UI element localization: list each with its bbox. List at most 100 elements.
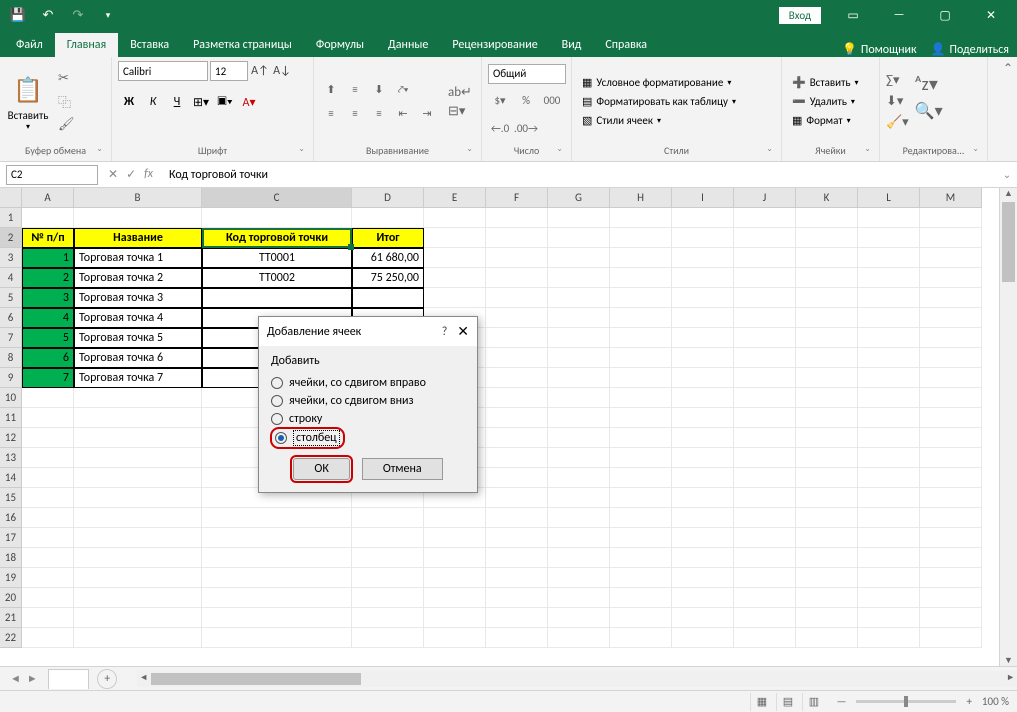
cell[interactable] xyxy=(548,628,610,648)
cell[interactable] xyxy=(486,488,548,508)
cell[interactable] xyxy=(548,348,610,368)
cell[interactable] xyxy=(796,288,858,308)
cell[interactable] xyxy=(796,448,858,468)
cell[interactable] xyxy=(22,388,74,408)
cell[interactable] xyxy=(672,248,734,268)
cell[interactable] xyxy=(858,248,920,268)
cell[interactable] xyxy=(672,468,734,488)
cell[interactable] xyxy=(796,428,858,448)
cell[interactable] xyxy=(610,468,672,488)
cell[interactable] xyxy=(424,528,486,548)
row-header[interactable]: 18 xyxy=(0,548,22,568)
tab-данные[interactable]: Данные xyxy=(376,33,440,57)
cell[interactable] xyxy=(610,548,672,568)
sort-filter-icon[interactable]: ᴬᴢ▾ xyxy=(915,73,943,95)
row-header[interactable]: 11 xyxy=(0,408,22,428)
cell[interactable]: 2 xyxy=(22,268,74,288)
scroll-down-icon[interactable]: ▼ xyxy=(1000,655,1017,666)
cell[interactable] xyxy=(352,288,424,308)
cell[interactable] xyxy=(610,348,672,368)
cell[interactable] xyxy=(202,208,352,228)
cell[interactable] xyxy=(486,628,548,648)
cell[interactable] xyxy=(920,488,982,508)
fill-color-icon[interactable]: 🞕▾ xyxy=(214,91,236,113)
row-header[interactable]: 3 xyxy=(0,248,22,268)
column-header[interactable]: B xyxy=(74,188,202,208)
delete-cells-button[interactable]: ➖Удалить▾ xyxy=(788,93,863,110)
cell[interactable] xyxy=(352,508,424,528)
comma-icon[interactable]: 000 xyxy=(540,90,564,112)
cell[interactable] xyxy=(920,568,982,588)
cell[interactable]: Торговая точка 5 xyxy=(74,328,202,348)
align-bottom-icon[interactable]: ⬇ xyxy=(368,79,390,101)
cell[interactable] xyxy=(22,608,74,628)
cell[interactable] xyxy=(796,608,858,628)
zoom-out-icon[interactable]: — xyxy=(836,695,846,708)
number-format-select[interactable] xyxy=(488,64,566,84)
horizontal-scrollbar[interactable]: ◄ ► xyxy=(137,671,1017,687)
cell[interactable]: Торговая точка 3 xyxy=(74,288,202,308)
cell[interactable] xyxy=(352,608,424,628)
radio-option[interactable]: строку xyxy=(271,410,465,428)
cell[interactable] xyxy=(734,508,796,528)
align-left-icon[interactable]: ≡ xyxy=(320,103,342,125)
cell[interactable] xyxy=(610,368,672,388)
cell[interactable] xyxy=(22,208,74,228)
cell[interactable] xyxy=(202,628,352,648)
cancel-button[interactable]: Отмена xyxy=(362,458,443,480)
cut-icon[interactable]: ✂ xyxy=(58,71,75,86)
cell[interactable] xyxy=(920,628,982,648)
fx-icon[interactable]: fx xyxy=(144,167,153,182)
scroll-up-icon[interactable]: ▲ xyxy=(1000,188,1017,199)
cell[interactable] xyxy=(202,528,352,548)
cell[interactable] xyxy=(858,348,920,368)
indent-increase-icon[interactable]: ⇥ xyxy=(416,103,438,125)
cell[interactable] xyxy=(548,388,610,408)
cell[interactable] xyxy=(548,208,610,228)
cell[interactable] xyxy=(610,228,672,248)
cell[interactable] xyxy=(610,288,672,308)
cell[interactable] xyxy=(796,528,858,548)
row-header[interactable]: 7 xyxy=(0,328,22,348)
add-sheet-button[interactable]: + xyxy=(97,669,117,689)
cell[interactable] xyxy=(672,488,734,508)
cell[interactable] xyxy=(548,448,610,468)
cell[interactable]: 5 xyxy=(22,328,74,348)
column-header[interactable]: C xyxy=(202,188,352,208)
cell[interactable] xyxy=(734,248,796,268)
cell[interactable]: Торговая точка 4 xyxy=(74,308,202,328)
cell[interactable] xyxy=(22,468,74,488)
cell[interactable] xyxy=(672,308,734,328)
cell[interactable] xyxy=(424,288,486,308)
cell[interactable] xyxy=(672,548,734,568)
cell[interactable] xyxy=(858,308,920,328)
cell[interactable] xyxy=(672,448,734,468)
cell[interactable] xyxy=(486,248,548,268)
merge-icon[interactable]: ⊟▾ xyxy=(448,104,472,119)
cell[interactable] xyxy=(858,288,920,308)
sheet-next-icon[interactable]: ► xyxy=(27,672,38,685)
cell[interactable] xyxy=(486,228,548,248)
cell[interactable] xyxy=(352,588,424,608)
cell[interactable] xyxy=(486,208,548,228)
cancel-formula-icon[interactable]: ✕ xyxy=(108,167,118,182)
decrease-decimal-icon[interactable]: .00→ xyxy=(514,118,538,140)
cell[interactable] xyxy=(548,528,610,548)
cell[interactable] xyxy=(548,328,610,348)
login-button[interactable]: Вход xyxy=(779,7,821,24)
zoom-level[interactable]: 100 % xyxy=(982,695,1009,708)
cell[interactable] xyxy=(424,508,486,528)
cell[interactable] xyxy=(672,628,734,648)
cell[interactable] xyxy=(74,468,202,488)
tab-файл[interactable]: Файл xyxy=(4,33,55,57)
cell[interactable] xyxy=(424,588,486,608)
cell[interactable]: 6 xyxy=(22,348,74,368)
cell[interactable] xyxy=(424,268,486,288)
cell[interactable] xyxy=(486,548,548,568)
cell[interactable] xyxy=(202,288,352,308)
cell[interactable] xyxy=(610,268,672,288)
cell[interactable] xyxy=(202,588,352,608)
tab-справка[interactable]: Справка xyxy=(593,33,659,57)
cell[interactable] xyxy=(858,428,920,448)
enter-formula-icon[interactable]: ✓ xyxy=(126,167,136,182)
